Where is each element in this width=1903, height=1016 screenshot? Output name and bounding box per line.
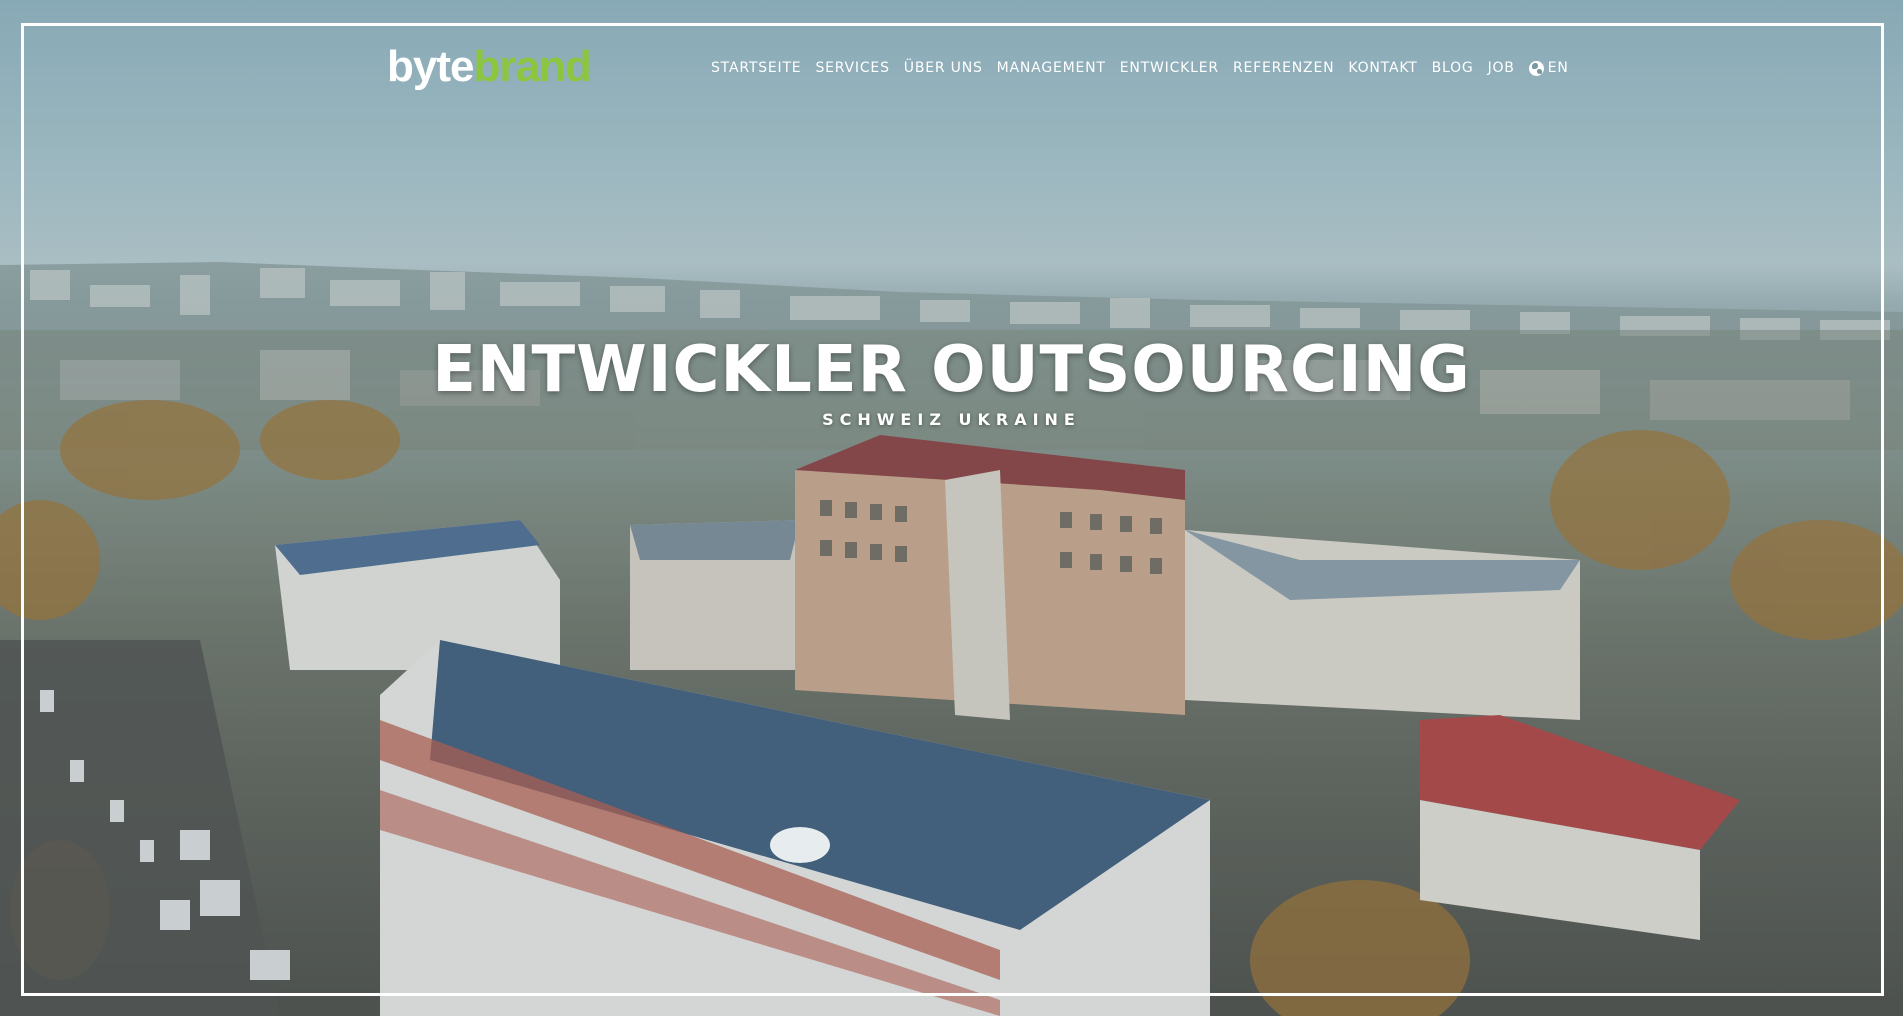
- nav-item-management[interactable]: MANAGEMENT: [997, 58, 1106, 78]
- main-nav: STARTSEITE SERVICES ÜBER UNS MANAGEMENT …: [711, 58, 1569, 78]
- nav-item-ueber-uns[interactable]: ÜBER UNS: [904, 58, 983, 78]
- nav-item-startseite[interactable]: STARTSEITE: [711, 58, 801, 78]
- language-label: EN: [1547, 60, 1569, 76]
- nav-item-services[interactable]: SERVICES: [815, 58, 889, 78]
- language-switcher[interactable]: EN: [1528, 60, 1569, 76]
- hero-frame-border: [21, 23, 1884, 996]
- logo[interactable]: bytebrand: [387, 42, 592, 92]
- nav-item-referenzen[interactable]: REFERENZEN: [1233, 58, 1334, 78]
- nav-item-kontakt[interactable]: KONTAKT: [1348, 58, 1417, 78]
- logo-part-brand: brand: [473, 42, 591, 91]
- nav-item-entwickler[interactable]: ENTWICKLER: [1120, 58, 1219, 78]
- hero-subtitle: SCHWEIZ UKRAINE: [822, 410, 1081, 429]
- nav-item-blog[interactable]: BLOG: [1432, 58, 1474, 78]
- logo-part-byte: byte: [387, 42, 474, 91]
- nav-item-job[interactable]: JOB: [1488, 58, 1515, 78]
- hero-title: ENTWICKLER OUTSOURCING: [432, 333, 1471, 407]
- globe-icon: [1528, 60, 1544, 76]
